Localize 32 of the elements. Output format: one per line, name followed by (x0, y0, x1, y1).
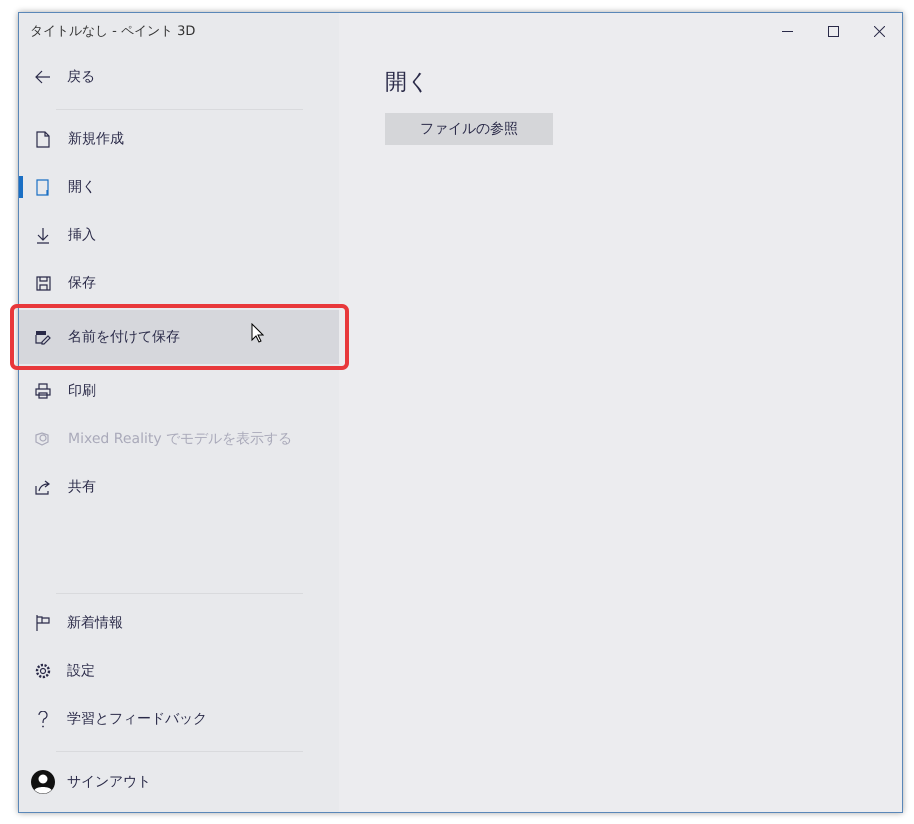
flag-icon (36, 615, 50, 631)
avatar-icon (31, 770, 55, 794)
settings-icon (35, 663, 51, 679)
back-arrow-icon (35, 70, 51, 84)
window-title: タイトルなし - ペイント 3D (29, 23, 196, 41)
help-icon (38, 710, 48, 728)
menu-item[interactable]: 学習とフィードバック (19, 695, 339, 743)
document-icon (36, 178, 50, 196)
menu-item[interactable]: 挿入 (19, 211, 339, 259)
save-icon (36, 276, 50, 290)
close-icon (874, 26, 884, 36)
download-arrow-icon (36, 226, 50, 244)
browse-files-button[interactable]: ファイルの参照 (385, 113, 553, 145)
share-icon (35, 480, 51, 494)
minimize-icon (782, 30, 792, 32)
document-icon (36, 130, 50, 148)
menu-item[interactable]: 印刷 (19, 367, 339, 415)
menu-item[interactable]: 新着情報 (19, 599, 339, 647)
menu-item[interactable]: 名前を付けて保存 (19, 310, 339, 364)
maximize-icon (828, 26, 838, 36)
menu-item[interactable]: 開く (19, 163, 339, 211)
menu-item[interactable]: 保存 (19, 259, 339, 307)
printer-icon (35, 383, 51, 399)
page-heading: 開く (385, 69, 430, 97)
back-button[interactable]: 戻る (19, 45, 339, 109)
mixed-reality-icon (35, 432, 51, 446)
save-as-icon (35, 330, 51, 344)
menu-item[interactable]: 共有 (19, 463, 339, 511)
menu-item[interactable]: 新規作成 (19, 115, 339, 163)
sign-out-button[interactable]: サインアウト (19, 752, 339, 812)
mouse-cursor-icon (251, 323, 264, 343)
menu-item[interactable]: 設定 (19, 647, 339, 695)
